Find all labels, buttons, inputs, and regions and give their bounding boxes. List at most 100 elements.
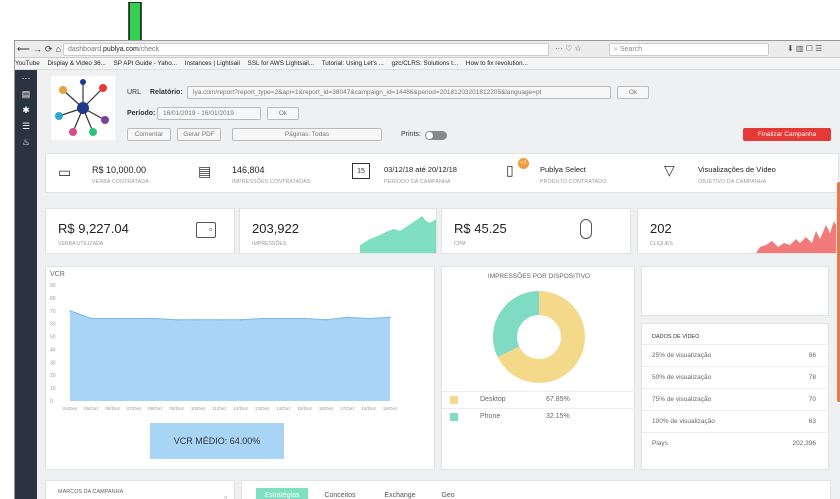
vcr-point bbox=[261, 317, 263, 320]
chevron-icon[interactable]: » bbox=[224, 495, 227, 499]
prints-toggle[interactable] bbox=[425, 131, 447, 140]
device-donut-chart bbox=[493, 291, 585, 383]
x-tick-label: 18/Dez bbox=[361, 406, 376, 411]
tab-conceitos[interactable]: Conceitos bbox=[312, 488, 368, 499]
toolbar-icons[interactable]: ⬇ ▥ ☐ ☰ bbox=[787, 44, 822, 53]
url-bar: ⟵→⟳⌂ dashboard.publya.com/check ··· ♡ ☆ … bbox=[15, 41, 840, 58]
page-actions-icon[interactable]: ··· ♡ ☆ bbox=[555, 44, 582, 53]
video-data-row: 100% de visualização 63 bbox=[642, 410, 830, 431]
stat-card-cpm: R$ 45.25 CPM bbox=[441, 208, 631, 254]
gerar-pdf-button[interactable]: Gerar PDF bbox=[177, 128, 221, 141]
browser-window: ⟵→⟳⌂ dashboard.publya.com/check ··· ♡ ☆ … bbox=[14, 40, 840, 499]
bookmark-item[interactable]: Tutorial: Using Let's ... bbox=[322, 60, 384, 67]
bookmark-item[interactable]: SP API Guide - Yaho... bbox=[114, 60, 177, 67]
bookmark-item[interactable]: gzc/CLRS: Solutions t... bbox=[392, 60, 459, 67]
bookmark-item[interactable]: Display & Video 36... bbox=[48, 60, 106, 67]
document-icon[interactable]: ▤ bbox=[15, 86, 37, 102]
vcr-average-label: VCR MÉDIO: 64.00% bbox=[150, 423, 284, 459]
desktop-swatch bbox=[450, 396, 458, 404]
x-tick-label: 14/Dez bbox=[276, 406, 291, 411]
video-data-row: Plays 202,396 bbox=[642, 432, 830, 453]
x-tick-label: 15/Dez bbox=[297, 406, 312, 411]
y-tick-label: 70 bbox=[50, 309, 56, 315]
marcos-title: MARCOS DA CAMPANHA bbox=[58, 489, 124, 495]
bookmark-item[interactable]: Instances | Lightsail bbox=[185, 60, 240, 67]
bookmark-item[interactable]: SSL for AWS Lightsail... bbox=[248, 60, 314, 67]
x-tick-label: 09/Dez bbox=[169, 406, 184, 411]
vcr-point bbox=[90, 317, 93, 320]
prints-label: Prints: bbox=[401, 131, 421, 138]
legend-phone: Phone 32.15% bbox=[442, 408, 638, 425]
clicks-sparkline bbox=[756, 221, 836, 253]
row-value: 202,396 bbox=[792, 440, 817, 447]
vcr-area-chart: 0 10 20 30 40 50 60 70 80 90 04/Dez 05/Dez 06/Dez 07/… bbox=[50, 283, 398, 411]
campaign-kpi-bar: ▭ R$ 10,000.00 VERBA CONTRATADA ▤ 146,80… bbox=[45, 153, 839, 193]
paginas-dropdown[interactable]: Páginas: Todas bbox=[232, 128, 382, 141]
kpi-label: PRODUTO CONTRATADO bbox=[540, 179, 607, 185]
report-url-input[interactable]: lya.com/report?report_type=2&api=1&repor… bbox=[187, 86, 611, 99]
kpi-value: R$ 10,000.00 bbox=[92, 165, 147, 175]
more-icon[interactable]: ⋯ bbox=[15, 70, 37, 86]
x-tick-label: 04/Dez bbox=[63, 406, 78, 411]
stat-value: 203,922 bbox=[252, 221, 299, 236]
vcr-point bbox=[325, 319, 327, 321]
url-domain: publya.com bbox=[103, 46, 139, 53]
app-content: URL Relatório: lya.com/report?report_typ… bbox=[37, 70, 840, 499]
gear-icon[interactable]: ✱ bbox=[15, 102, 37, 118]
kpi-label: IMPRESSÕES CONTRATADAS bbox=[232, 179, 311, 185]
y-tick-label: 30 bbox=[50, 360, 56, 366]
search-placeholder: Search bbox=[619, 46, 643, 53]
stat-label: CPM bbox=[454, 241, 466, 247]
ok-button[interactable]: Ok bbox=[617, 86, 649, 99]
kpi-label: VERBA CONTRATADA bbox=[92, 179, 149, 185]
donut-slice-phone bbox=[493, 291, 539, 357]
kpi-value: 03/12/18 até 20/12/18 bbox=[384, 165, 457, 174]
period-ok-button[interactable]: Ok bbox=[267, 107, 299, 120]
url-path: /check bbox=[138, 46, 160, 53]
vcr-point bbox=[346, 316, 349, 319]
y-tick-label: 40 bbox=[50, 347, 56, 353]
kpi-label: OBJETIVO DA CAMPANHA bbox=[698, 179, 767, 185]
period-input[interactable]: 16/01/2019 - 16/01/2019 bbox=[157, 107, 261, 120]
video-data-row: 25% de visualização 86 bbox=[642, 344, 830, 365]
row-name: 25% de visualização bbox=[652, 352, 712, 359]
tab-estrategias[interactable]: Estratégias bbox=[256, 488, 308, 499]
search-input[interactable]: ⌕ Search bbox=[609, 43, 769, 56]
nav-buttons[interactable]: ⟵→⟳⌂ bbox=[17, 44, 64, 55]
video-data-title: DADOS DE VÍDEO bbox=[652, 334, 700, 340]
pie-title: IMPRESSÕES POR DISPOSITIVO bbox=[487, 273, 591, 280]
wallet-icon: o bbox=[196, 222, 216, 238]
impressions-sparkline bbox=[360, 216, 436, 253]
vcr-point bbox=[389, 316, 391, 319]
stat-label: CLIQUES bbox=[650, 241, 673, 247]
comentar-button[interactable]: Comentar bbox=[127, 128, 171, 141]
flame-icon[interactable]: ♨ bbox=[15, 134, 37, 150]
x-tick-label: 19/Dez bbox=[383, 406, 398, 411]
tab-geo[interactable]: Geo bbox=[430, 488, 466, 499]
list-icon[interactable]: ☰ bbox=[15, 118, 37, 134]
device-impressions-card: IMPRESSÕES POR DISPOSITIVO Desktop 67.85… bbox=[441, 266, 638, 470]
phone-swatch bbox=[450, 413, 458, 421]
x-tick-label: 10/Dez bbox=[191, 406, 206, 411]
vcr-point bbox=[175, 319, 178, 321]
address-field[interactable]: dashboard.publya.com/check bbox=[63, 43, 549, 56]
tab-exchange[interactable]: Exchange bbox=[372, 488, 428, 499]
row-name: 100% de visualização bbox=[652, 418, 715, 425]
mouse-icon bbox=[580, 219, 592, 239]
x-tick-label: 05/Dez bbox=[84, 406, 99, 411]
stat-card-verba: R$ 9,227.04 VERBA UTILIZADA o bbox=[45, 208, 235, 254]
x-tick-label: 06/Dez bbox=[105, 406, 120, 411]
vcr-point bbox=[303, 317, 306, 320]
bookmark-item[interactable]: YouTube bbox=[15, 60, 40, 67]
periodo-label: Período: bbox=[127, 110, 156, 117]
y-tick-label: 20 bbox=[50, 373, 56, 379]
bookmarks-bar: YouTube Display & Video 36... SP API Gui… bbox=[15, 58, 840, 70]
report-header: URL Relatório: lya.com/report?report_typ… bbox=[37, 70, 840, 150]
finalizar-campanha-button[interactable]: Finalizar Campanha bbox=[743, 128, 831, 141]
bookmark-item[interactable]: How to fix revolution... bbox=[466, 60, 528, 67]
kpi-label: PERÍODO DA CAMPANHA bbox=[384, 179, 451, 185]
row-name: 50% de visualização bbox=[652, 374, 712, 381]
vcr-point bbox=[133, 317, 135, 320]
vcr-area bbox=[70, 310, 390, 401]
legend-label: Desktop bbox=[480, 396, 506, 403]
